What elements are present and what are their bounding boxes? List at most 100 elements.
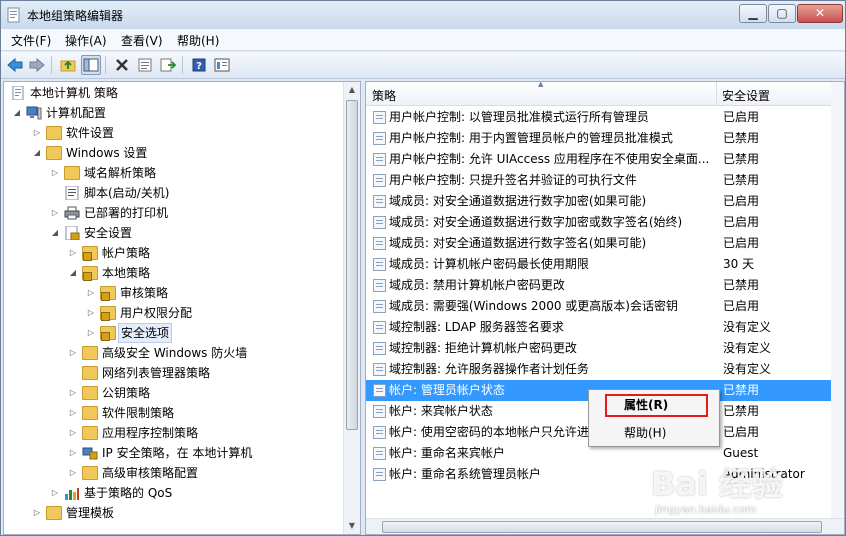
tree-label-selected: 安全选项 (118, 323, 173, 343)
folder-icon (82, 386, 98, 400)
policy-row[interactable]: 用户帐户控制: 用于内置管理员帐户的管理员批准模式 已禁用 (366, 128, 833, 149)
policy-name: 域控制器: 拒绝计算机帐户密码更改 (389, 341, 577, 355)
collapsed-arrow-icon[interactable]: ▷ (50, 203, 60, 223)
title-bar[interactable]: 本地组策略编辑器 ▁ ▢ ✕ (1, 1, 845, 29)
help-icon[interactable]: ? (189, 55, 209, 75)
collapsed-arrow-icon[interactable]: ▷ (68, 243, 78, 263)
folder-icon (82, 466, 98, 480)
menu-view[interactable]: 查看(V) (121, 32, 163, 49)
column-header-security-setting[interactable]: 安全设置 (722, 87, 770, 104)
expanded-arrow-icon[interactable]: ◢ (50, 223, 60, 243)
policy-item-icon (373, 174, 386, 187)
maximize-button[interactable]: ▢ (768, 4, 796, 23)
policy-row[interactable]: 用户帐户控制: 允许 UIAccess 应用程序在不使用安全桌面... 已禁用 (366, 149, 833, 170)
collapsed-arrow-icon[interactable]: ▷ (68, 383, 78, 403)
collapsed-arrow-icon[interactable]: ▷ (68, 343, 78, 363)
security-icon (65, 226, 80, 240)
policy-value: 30 天 (723, 257, 755, 271)
policy-name: 用户帐户控制: 只提升签名并验证的可执行文件 (389, 173, 637, 187)
collapsed-arrow-icon[interactable]: ▷ (68, 423, 78, 443)
policy-name: 域成员: 对安全通道数据进行数字加密或数字签名(始终) (389, 215, 683, 229)
policy-row[interactable]: 域控制器: LDAP 服务器签名要求 没有定义 (366, 317, 833, 338)
folder-lock-icon (82, 266, 98, 281)
tree-label: 安全设置 (84, 226, 133, 240)
collapsed-arrow-icon[interactable]: ▷ (86, 303, 96, 323)
policy-item-icon (373, 342, 386, 355)
expanded-arrow-icon[interactable]: ◢ (68, 263, 78, 283)
tree-label: 计算机配置 (46, 106, 107, 120)
policy-row[interactable]: 域成员: 对安全通道数据进行数字加密或数字签名(始终) 已启用 (366, 212, 833, 233)
tree-label: 公钥策略 (102, 386, 151, 400)
policy-value: 已启用 (723, 236, 760, 250)
qos-chart-icon (65, 488, 79, 500)
policy-name: 域成员: 对安全通道数据进行数字签名(如果可能) (389, 236, 647, 250)
policy-row[interactable]: 域成员: 禁用计算机帐户密码更改 已禁用 (366, 275, 833, 296)
collapsed-arrow-icon[interactable]: ▷ (50, 483, 60, 503)
collapsed-arrow-icon[interactable]: ▷ (86, 323, 96, 343)
policy-value: 已启用 (723, 425, 760, 439)
watermark-url: jingyan.baidu.com (655, 503, 757, 516)
scroll-down-icon[interactable]: ▼ (344, 518, 360, 534)
forward-arrow-icon[interactable] (27, 55, 47, 75)
delete-icon[interactable] (112, 55, 132, 75)
collapsed-arrow-icon[interactable]: ▷ (68, 403, 78, 423)
printer-icon (64, 206, 80, 220)
menu-action[interactable]: 操作(A) (65, 32, 107, 49)
policy-value: 没有定义 (723, 362, 772, 376)
tree-label: IP 安全策略，在 本地计算机 (102, 446, 253, 460)
scrollbar-thumb[interactable] (346, 100, 358, 430)
extended-view-icon[interactable] (212, 55, 232, 75)
toolbar-separator (51, 56, 52, 74)
folder-icon (46, 146, 62, 160)
context-menu-help[interactable]: 帮助(H) (591, 421, 717, 445)
folder-icon (46, 506, 62, 520)
back-arrow-icon[interactable] (5, 55, 25, 75)
collapsed-arrow-icon[interactable]: ▷ (50, 163, 60, 183)
policy-row[interactable]: 域控制器: 允许服务器操作者计划任务 没有定义 (366, 359, 833, 380)
folder-icon (82, 426, 98, 440)
expanded-arrow-icon[interactable]: ◢ (12, 103, 22, 123)
policy-item-icon (373, 300, 386, 313)
policy-value: 已启用 (723, 299, 760, 313)
collapsed-arrow-icon[interactable]: ▷ (86, 283, 96, 303)
collapsed-arrow-icon[interactable]: ▷ (68, 463, 78, 483)
tree-vertical-scrollbar[interactable]: ▲ ▼ (343, 82, 360, 534)
show-hide-tree-icon[interactable] (81, 55, 101, 75)
folder-lock-icon (100, 286, 116, 301)
policy-row[interactable]: 用户帐户控制: 只提升签名并验证的可执行文件 已禁用 (366, 170, 833, 191)
menu-help[interactable]: 帮助(H) (177, 32, 219, 49)
console-tree-pane[interactable]: 本地计算机 策略 ◢ 计算机配置 ▷ 软件设置 ◢ Windows 设置 ▷ 域… (3, 81, 361, 535)
expanded-arrow-icon[interactable]: ◢ (32, 143, 42, 163)
up-folder-icon[interactable] (58, 55, 78, 75)
policy-item-icon (373, 279, 386, 292)
column-header-policy[interactable]: 策略 (372, 87, 396, 104)
list-header: ▲ 策略 安全设置 (366, 82, 844, 106)
toolbar-separator (182, 56, 183, 74)
collapsed-arrow-icon[interactable]: ▷ (32, 503, 42, 523)
policy-item-icon (373, 426, 386, 439)
close-button[interactable]: ✕ (797, 4, 843, 23)
policy-item-icon (373, 447, 386, 460)
scroll-up-icon[interactable]: ▲ (344, 82, 360, 98)
policy-row[interactable]: 域成员: 需要强(Windows 2000 或更高版本)会话密钥 已启用 (366, 296, 833, 317)
policy-row[interactable]: 域成员: 计算机帐户密码最长使用期限 30 天 (366, 254, 833, 275)
policy-value: 已禁用 (723, 131, 760, 145)
policy-item-icon (373, 321, 386, 334)
policy-row[interactable]: 域成员: 对安全通道数据进行数字加密(如果可能) 已启用 (366, 191, 833, 212)
export-list-icon[interactable] (158, 55, 178, 75)
main-window: 本地组策略编辑器 ▁ ▢ ✕ 文件(F) 操作(A) 查看(V) 帮助(H) ?… (0, 0, 846, 536)
collapsed-arrow-icon[interactable]: ▷ (68, 443, 78, 463)
policy-name: 域控制器: 允许服务器操作者计划任务 (389, 362, 589, 376)
policy-row[interactable]: 域控制器: 拒绝计算机帐户密码更改 没有定义 (366, 338, 833, 359)
policy-row[interactable]: 用户帐户控制: 以管理员批准模式运行所有管理员 已启用 (366, 107, 833, 128)
properties-icon[interactable] (135, 55, 155, 75)
menu-file[interactable]: 文件(F) (11, 32, 51, 49)
policy-row[interactable]: 域成员: 对安全通道数据进行数字签名(如果可能) 已启用 (366, 233, 833, 254)
folder-lock-icon (100, 306, 116, 321)
minimize-button[interactable]: ▁ (739, 4, 767, 23)
folder-icon (82, 406, 98, 420)
column-divider[interactable] (716, 82, 717, 106)
policy-name: 域成员: 对安全通道数据进行数字加密(如果可能) (389, 194, 647, 208)
baidu-watermark: Bai 经验 jingyan.baidu.com (651, 459, 841, 529)
collapsed-arrow-icon[interactable]: ▷ (32, 123, 42, 143)
